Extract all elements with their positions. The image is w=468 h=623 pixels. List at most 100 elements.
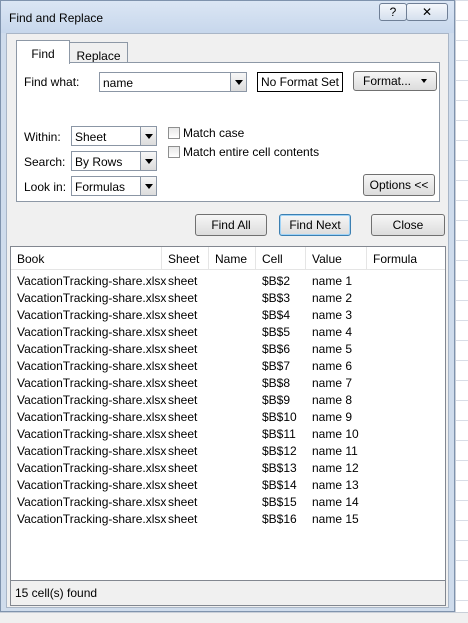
table-row[interactable]: VacationTracking-share.xlsx sheet $B$8 name… <box>11 375 445 392</box>
find-next-button[interactable]: Find Next <box>279 214 351 236</box>
cell-cell: $B$11 <box>262 427 296 441</box>
table-row[interactable]: VacationTracking-share.xlsx sheet $B$7 name… <box>11 358 445 375</box>
match-case-checkbox[interactable] <box>168 127 180 139</box>
close-icon: ✕ <box>421 5 433 19</box>
cell-book: VacationTracking-share.xlsx <box>17 495 167 509</box>
table-row[interactable]: VacationTracking-share.xlsx sheet $B$14 nam… <box>11 477 445 494</box>
look-in-label: Look in: <box>24 180 67 194</box>
cell-formula <box>367 443 445 460</box>
table-row[interactable]: VacationTracking-share.xlsx sheet $B$15 nam… <box>11 494 445 511</box>
look-in-dropdown-arrow-icon[interactable] <box>140 177 156 195</box>
cell-value: name 5 <box>312 342 353 356</box>
cell-book: VacationTracking-share.xlsx <box>17 376 167 390</box>
table-row[interactable]: VacationTracking-share.xlsx sheet $B$13 nam… <box>11 460 445 477</box>
cell-cell: $B$12 <box>262 444 297 458</box>
match-entire-cell-checkbox[interactable] <box>168 146 180 158</box>
cell-name <box>209 290 256 307</box>
cell-formula <box>367 426 445 443</box>
cell-formula <box>367 358 445 375</box>
cell-formula <box>367 307 445 324</box>
column-header-value[interactable]: Value <box>306 247 367 269</box>
cell-sheet: sheet <box>168 427 198 441</box>
cell-value: name 12 <box>312 461 359 475</box>
close-window-button[interactable]: ✕ <box>406 3 448 21</box>
cell-sheet: sheet <box>168 444 198 458</box>
within-dropdown-arrow-icon[interactable] <box>140 127 156 145</box>
column-header-cell[interactable]: Cell <box>256 247 306 269</box>
cell-book: VacationTracking-share.xlsx <box>17 444 167 458</box>
table-row[interactable]: VacationTracking-share.xlsx sheet $B$12 nam… <box>11 443 445 460</box>
search-label: Search: <box>24 155 66 169</box>
column-header-name[interactable]: Name <box>209 247 256 269</box>
table-row[interactable]: VacationTracking-share.xlsx sheet $B$5 name… <box>11 324 445 341</box>
table-row[interactable]: VacationTracking-share.xlsx sheet $B$9 name… <box>11 392 445 409</box>
cell-book: VacationTracking-share.xlsx <box>17 359 167 373</box>
cell-cell: $B$3 <box>262 291 291 305</box>
cell-sheet: sheet <box>168 325 198 339</box>
cell-sheet: sheet <box>168 461 198 475</box>
cell-sheet: sheet <box>168 291 198 305</box>
table-row[interactable]: VacationTracking-share.xlsx sheet $B$4 name… <box>11 307 445 324</box>
table-row[interactable]: VacationTracking-share.xlsx sheet $B$3 name… <box>11 290 445 307</box>
title-bar[interactable]: Find and Replace ? ✕ <box>1 1 454 33</box>
match-entire-cell-label[interactable]: Match entire cell contents <box>183 145 319 159</box>
find-all-button[interactable]: Find All <box>195 214 267 236</box>
cell-formula <box>367 375 445 392</box>
cell-sheet: sheet <box>168 410 198 424</box>
search-dropdown-arrow-icon[interactable] <box>140 152 156 170</box>
help-icon: ? <box>389 5 397 19</box>
search-select[interactable]: By Rows <box>71 151 157 171</box>
cell-book: VacationTracking-share.xlsx <box>17 478 167 492</box>
search-value: By Rows <box>75 155 123 169</box>
dialog-title: Find and Replace <box>9 11 104 25</box>
cell-value: name 15 <box>312 512 359 526</box>
find-what-value: name <box>103 76 134 90</box>
table-row[interactable]: VacationTracking-share.xlsx sheet $B$6 name… <box>11 341 445 358</box>
tab-find[interactable]: Find <box>16 40 70 64</box>
column-header-book[interactable]: Book <box>11 247 162 269</box>
cell-name <box>209 511 256 528</box>
cell-value: name 8 <box>312 393 353 407</box>
cell-value: name 13 <box>312 478 359 492</box>
cell-sheet: sheet <box>168 393 198 407</box>
within-select[interactable]: Sheet <box>71 126 157 146</box>
cell-sheet: sheet <box>168 495 198 509</box>
results-header: Book Sheet Name Cell Value Formula <box>11 247 445 270</box>
close-button[interactable]: Close <box>371 214 445 236</box>
cell-value: name 14 <box>312 495 359 509</box>
table-row[interactable]: VacationTracking-share.xlsx sheet $B$11 nam… <box>11 426 445 443</box>
find-what-label: Find what: <box>24 75 80 89</box>
results-list[interactable]: Book Sheet Name Cell Value Formula Vacat… <box>10 246 446 606</box>
format-button[interactable]: Format... <box>353 71 437 91</box>
cell-book: VacationTracking-share.xlsx <box>17 291 167 305</box>
cell-book: VacationTracking-share.xlsx <box>17 274 167 288</box>
cell-value: name 3 <box>312 308 353 322</box>
tab-replace[interactable]: Replace <box>69 42 128 64</box>
cell-sheet: sheet <box>168 359 198 373</box>
cell-sheet: sheet <box>168 274 198 288</box>
cell-value: name 4 <box>312 325 353 339</box>
column-header-sheet[interactable]: Sheet <box>162 247 209 269</box>
cell-name <box>209 324 256 341</box>
options-button[interactable]: Options << <box>363 174 435 196</box>
cell-cell: $B$2 <box>262 274 291 288</box>
cell-formula <box>367 511 445 528</box>
table-row[interactable]: VacationTracking-share.xlsx sheet $B$16 nam… <box>11 511 445 528</box>
look-in-select[interactable]: Formulas <box>71 176 157 196</box>
cell-cell: $B$9 <box>262 393 291 407</box>
cell-cell: $B$6 <box>262 342 291 356</box>
column-header-formula[interactable]: Formula <box>367 247 445 269</box>
spreadsheet-background <box>455 0 468 622</box>
match-case-label[interactable]: Match case <box>183 126 244 140</box>
table-row[interactable]: VacationTracking-share.xlsx sheet $B$2 name… <box>11 273 445 290</box>
help-button[interactable]: ? <box>379 3 407 21</box>
cell-cell: $B$5 <box>262 325 291 339</box>
cell-formula <box>367 392 445 409</box>
table-row[interactable]: VacationTracking-share.xlsx sheet $B$10 nam… <box>11 409 445 426</box>
cell-book: VacationTracking-share.xlsx <box>17 325 167 339</box>
within-value: Sheet <box>75 130 107 144</box>
find-what-dropdown-arrow-icon[interactable] <box>230 73 246 91</box>
cell-name <box>209 392 256 409</box>
find-what-input[interactable]: name <box>99 72 247 92</box>
cell-value: name 9 <box>312 410 353 424</box>
